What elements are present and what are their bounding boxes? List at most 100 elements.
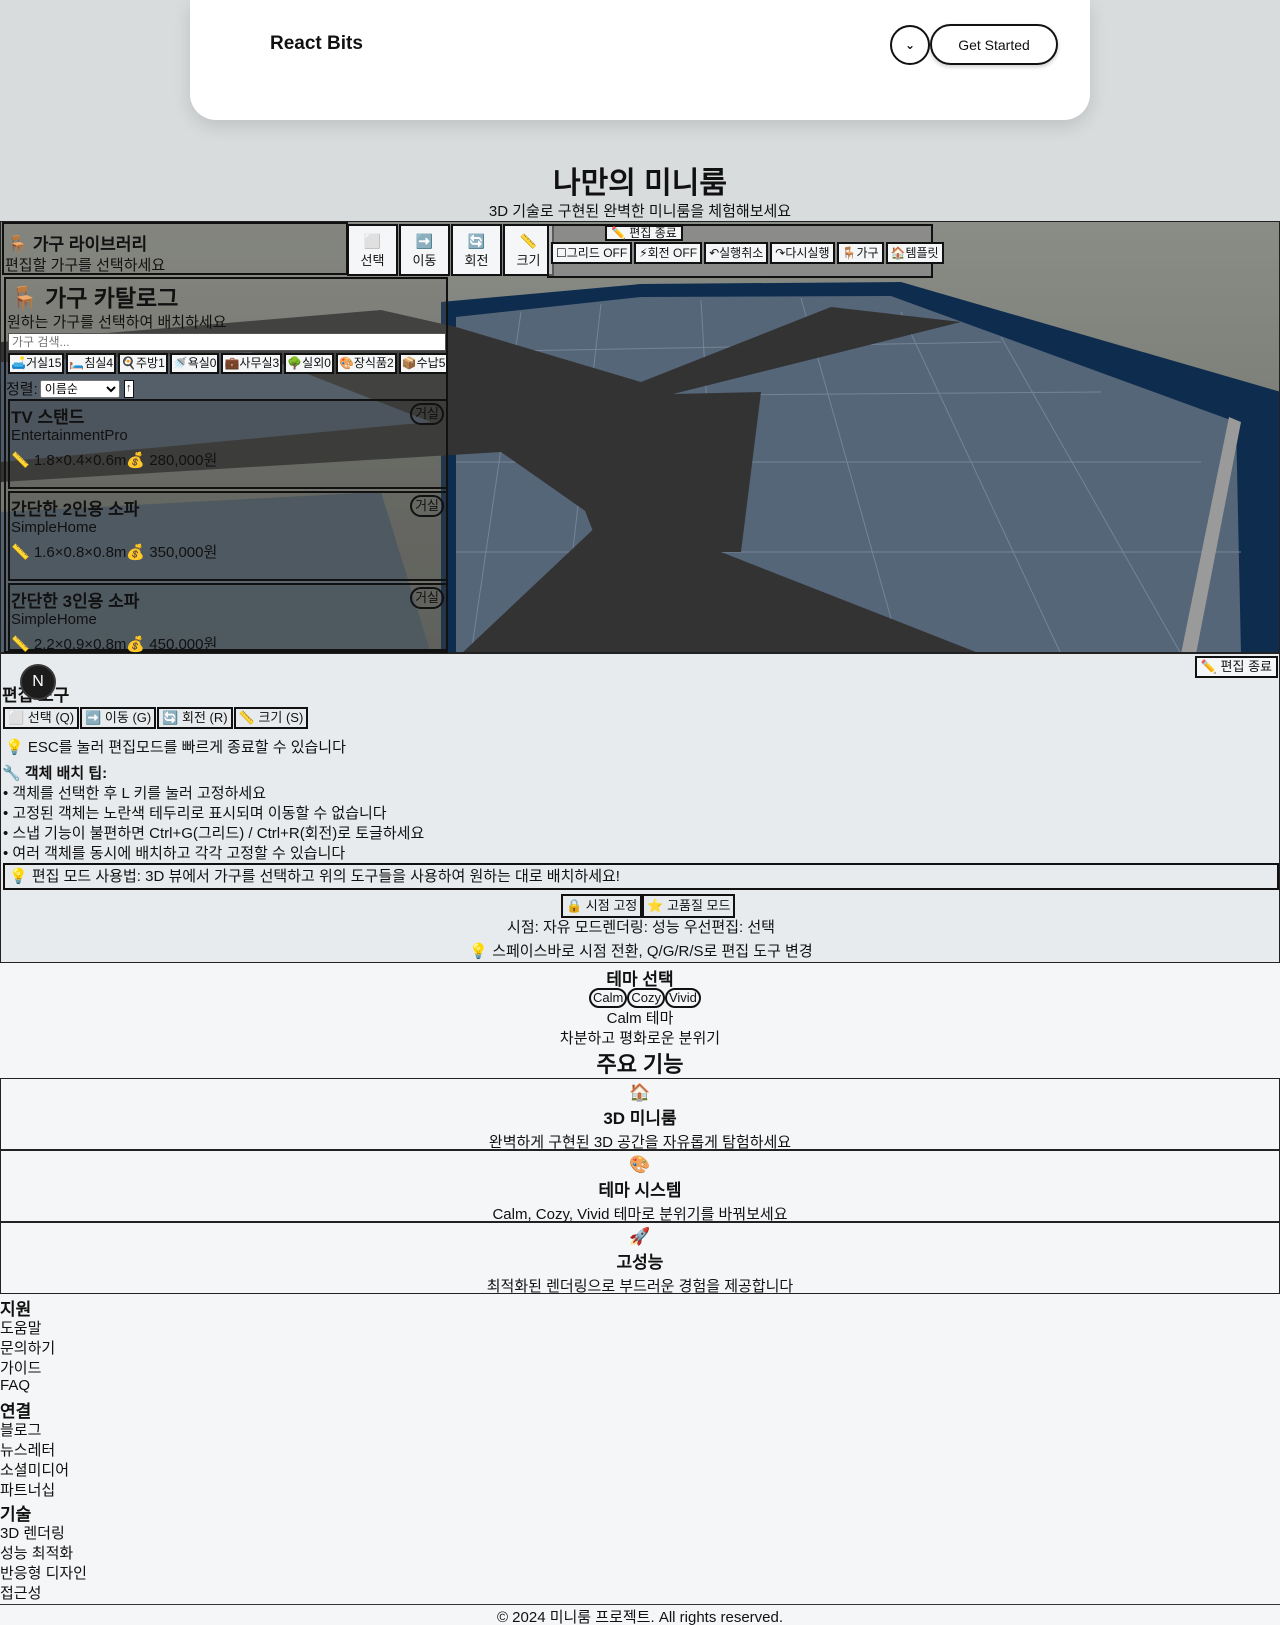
- footer-link[interactable]: FAQ: [0, 1377, 30, 1394]
- edit-end-button-small[interactable]: ✏️ 편집 종료: [605, 225, 683, 241]
- furniture-dimensions-price: 📏 1.6×0.8×0.8m💰 350,000원: [11, 544, 218, 561]
- furniture-button[interactable]: 🪑가구: [836, 242, 884, 264]
- furniture-card[interactable]: 간단한 3인용 소파 SimpleHome 📏 2.2×0.9×0.8m💰 45…: [8, 583, 448, 653]
- catalog-title: 🪑 가구 카탈로그: [10, 285, 179, 311]
- feature-card: 🏠 3D 미니룸 완벽하게 구현된 3D 공간을 자유롭게 탐험하세요: [0, 1078, 1280, 1151]
- feature-card: 🎨 테마 시스템 Calm, Cozy, Vivid 테마로 분위기를 바꿔보세…: [0, 1150, 1280, 1223]
- sort-label: 정렬:: [6, 381, 38, 398]
- footer-link[interactable]: 파트너십: [0, 1479, 55, 1500]
- select-icon: ⬜: [363, 232, 382, 249]
- edit-tools-buttons: ⬜ 선택 (Q) ➡️ 이동 (G) 🔄 회전 (R) 📏 크기 (S): [3, 707, 309, 729]
- tip-line: • 객체를 선택한 후 L 키를 눌러 고정하세요: [3, 785, 267, 802]
- ruler-icon: 📏: [519, 232, 538, 249]
- edit-mode-usage-note: 💡 편집 모드 사용법: 3D 뷰에서 가구를 선택하고 위의 도구들을 사용하…: [3, 863, 1279, 890]
- rocket-icon: 🚀: [629, 1227, 651, 1246]
- edit-end-button[interactable]: ✏️ 편집 종료: [1194, 656, 1278, 678]
- footer-link[interactable]: 반응형 디자인: [0, 1562, 87, 1583]
- category-bedroom[interactable]: 🛏️침실4: [66, 353, 117, 374]
- tool-rotate-button[interactable]: 🔄 회전: [451, 224, 502, 276]
- furniture-card[interactable]: TV 스탠드 EntertainmentPro 📏 1.8×0.4×0.6m💰 …: [8, 399, 448, 489]
- category-living[interactable]: 🛋️거실15: [8, 353, 65, 374]
- tool-label: 크기: [516, 252, 541, 268]
- tool-label: 이동: [412, 252, 437, 268]
- footer-link[interactable]: 소셜미디어: [0, 1459, 69, 1480]
- theme-title: 테마 선택: [606, 970, 674, 989]
- category-badge: 거실: [410, 495, 444, 517]
- feature-title: 테마 시스템: [598, 1181, 682, 1200]
- palette-icon: 🎨: [629, 1155, 651, 1174]
- library-subtitle: 편집할 가구를 선택하세요: [5, 257, 166, 274]
- tool-label: 선택: [360, 252, 385, 268]
- footer-link[interactable]: 성능 최적화: [0, 1542, 73, 1563]
- menu-toggle-button[interactable]: ⌄: [890, 25, 930, 65]
- features-title: 주요 기능: [596, 1052, 684, 1077]
- grid-toggle-button[interactable]: ☐그리드 OFF: [551, 242, 633, 264]
- current-theme-description: 차분하고 평화로운 분위기: [559, 1030, 721, 1047]
- select-q-button[interactable]: ⬜ 선택 (Q): [3, 707, 80, 729]
- rotate-icon: 🔄: [467, 232, 486, 249]
- edit-toolbar: ✏️ 편집 종료 ☐그리드 OFF ⚡회전 OFF ↶실행취소 ↷다시실행 🪑가…: [547, 224, 944, 278]
- sort-row: 정렬: 이름순 ↑: [6, 378, 134, 399]
- get-started-button[interactable]: Get Started: [930, 24, 1058, 65]
- template-button[interactable]: 🏠템플릿: [885, 242, 944, 264]
- furniture-search-input[interactable]: [8, 333, 446, 351]
- edit-tools-section: ✏️ 편집 종료 편집 도구 N ⬜ 선택 (Q) ➡️ 이동 (G) 🔄 회전…: [0, 653, 1280, 963]
- house-icon: 🏠: [629, 1083, 651, 1102]
- view-mode-buttons: 🔒 시점 고정 ⭐ 고품질 모드: [561, 894, 736, 918]
- category-bathroom[interactable]: 🚿욕실0: [169, 353, 220, 374]
- sort-direction-button[interactable]: ↑: [123, 379, 134, 398]
- theme-calm-button[interactable]: Calm: [589, 988, 628, 1008]
- chevron-down-icon: ⌄: [904, 38, 916, 52]
- furniture-library-header: 🪑 가구 라이브러리 편집할 가구를 선택하세요: [2, 222, 348, 275]
- furniture-brand: SimpleHome: [11, 611, 97, 628]
- lock-view-button[interactable]: 🔒 시점 고정: [561, 894, 643, 918]
- rotate-r-button[interactable]: 🔄 회전 (R): [157, 707, 233, 729]
- furniture-dimensions-price: 📏 2.2×0.9×0.8m💰 450,000원: [11, 636, 218, 653]
- page-title: 나만의 미니룸: [553, 167, 727, 200]
- footer-link[interactable]: 가이드: [0, 1357, 41, 1378]
- status-line: 시점: 자유 모드렌더링: 성능 우선편집: 선택: [507, 919, 775, 936]
- high-quality-button[interactable]: ⭐ 고품질 모드: [642, 894, 736, 918]
- furniture-dimensions-price: 📏 1.8×0.4×0.6m💰 280,000원: [11, 452, 218, 469]
- rotate-snap-toggle-button[interactable]: ⚡회전 OFF: [634, 242, 703, 264]
- placement-tip-title: 🔧 객체 배치 팁:: [2, 765, 108, 782]
- catalog-subtitle: 원하는 가구를 선택하여 배치하세요: [7, 314, 227, 331]
- furniture-name: 간단한 3인용 소파: [11, 592, 140, 611]
- category-decor[interactable]: 🎨장식품2: [335, 353, 397, 374]
- scale-s-button[interactable]: 📏 크기 (S): [233, 707, 309, 729]
- arrow-right-icon: ➡️: [415, 232, 434, 249]
- esc-hint: 💡 ESC를 눌러 편집모드를 빠르게 종료할 수 있습니다: [5, 739, 346, 756]
- tool-label: 회전: [464, 252, 489, 268]
- avatar[interactable]: N: [20, 664, 56, 700]
- furniture-name: TV 스탠드: [11, 408, 85, 427]
- current-theme-name: Calm 테마: [606, 1010, 674, 1027]
- theme-cozy-button[interactable]: Cozy: [627, 988, 665, 1008]
- tool-move-button[interactable]: ➡️ 이동: [399, 224, 450, 276]
- footer-link[interactable]: 3D 렌더링: [0, 1522, 65, 1543]
- sort-select[interactable]: 이름순: [39, 379, 120, 398]
- category-storage[interactable]: 📦수납5: [398, 353, 449, 374]
- category-kitchen[interactable]: 🍳주방1: [118, 353, 168, 374]
- footer-link[interactable]: 문의하기: [0, 1337, 55, 1358]
- undo-button[interactable]: ↶실행취소: [704, 242, 769, 264]
- theme-vivid-button[interactable]: Vivid: [664, 988, 701, 1008]
- category-outdoor[interactable]: 🌳실외0: [284, 353, 334, 374]
- move-g-button[interactable]: ➡️ 이동 (G): [80, 707, 157, 729]
- page-subtitle: 3D 기술로 구현된 완벽한 미니룸을 체험해보세요: [488, 203, 792, 220]
- feature-title: 고성능: [616, 1253, 664, 1272]
- furniture-card[interactable]: 간단한 2인용 소파 SimpleHome 📏 1.6×0.8×0.8m💰 35…: [8, 491, 448, 581]
- shortcut-hint: 💡 스페이스바로 시점 전환, Q/G/R/S로 편집 도구 변경: [469, 943, 813, 960]
- brand-logo[interactable]: React Bits: [270, 33, 363, 55]
- footer-link[interactable]: 뉴스레터: [0, 1439, 55, 1460]
- furniture-brand: EntertainmentPro: [11, 427, 128, 444]
- footer-link[interactable]: 접근성: [0, 1582, 41, 1603]
- category-badge: 거실: [410, 403, 444, 425]
- library-title: 🪑 가구 라이브러리: [7, 235, 148, 254]
- redo-button[interactable]: ↷다시실행: [770, 242, 835, 264]
- edit-toolbar-row: ☐그리드 OFF ⚡회전 OFF ↶실행취소 ↷다시실행 🪑가구 🏠템플릿: [551, 242, 944, 264]
- footer-link[interactable]: 도움말: [0, 1317, 41, 1338]
- category-office[interactable]: 💼사무실3: [221, 353, 283, 374]
- category-badge: 거실: [410, 587, 444, 609]
- tool-select-button[interactable]: ⬜ 선택: [347, 224, 398, 276]
- footer-link[interactable]: 블로그: [0, 1419, 41, 1440]
